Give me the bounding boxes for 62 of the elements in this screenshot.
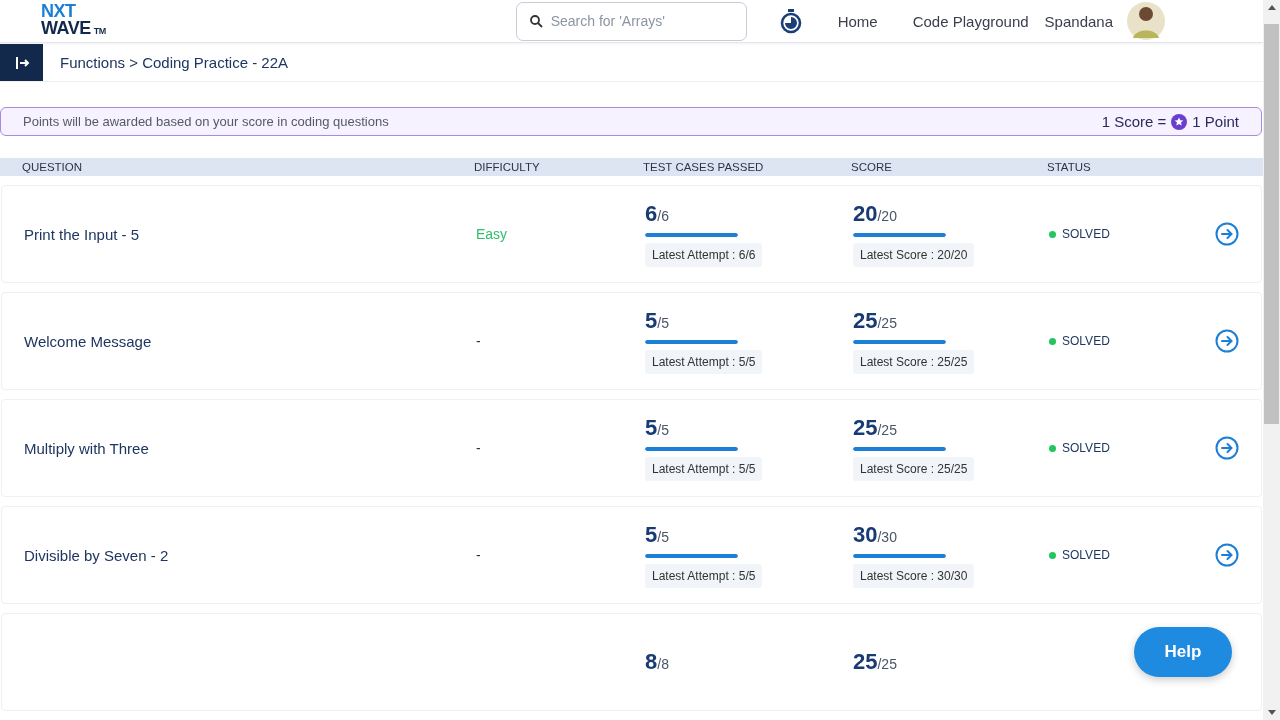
count-value: 25/25: [853, 649, 897, 675]
count-value: 5/5: [645, 415, 669, 441]
column-header: QUESTION: [22, 161, 84, 174]
column-header: DIFFICULTY: [474, 161, 541, 174]
count-value: 25/25: [853, 415, 897, 441]
count-value: 6/6: [645, 201, 669, 227]
code-playground-link[interactable]: Code Playground: [912, 12, 1029, 30]
attempt-tag: Latest Attempt : 5/5: [645, 350, 763, 374]
count-value: 5/5: [645, 308, 669, 334]
column-header: STATUS: [1047, 161, 1092, 174]
banner-text: Points will be awarded based on your score in coding questions: [23, 114, 389, 130]
score-tag: Latest Score : 30/30: [853, 564, 975, 588]
star-coin-icon: [1171, 113, 1188, 130]
expand-icon: [13, 54, 30, 71]
attempt-tag: Latest Attempt : 5/5: [645, 564, 763, 588]
status-dot: [1049, 230, 1056, 238]
search-field[interactable]: Search for 'Arrays': [515, 1, 747, 41]
difficulty-label: -: [476, 333, 482, 349]
count-value: 8/8: [645, 649, 669, 675]
score-tag: Latest Score : 25/25: [853, 457, 975, 481]
point-label: 1 Point: [1192, 113, 1239, 131]
count-value: 30/30: [853, 522, 897, 548]
column-header: TEST CASES PASSED: [643, 161, 765, 174]
avatar-icon[interactable]: [1127, 0, 1165, 42]
arrow-right-icon[interactable]: [1215, 436, 1239, 460]
logo[interactable]: NXT WAVE TM: [41, 2, 106, 40]
arrow-right-icon[interactable]: [1215, 329, 1239, 353]
question-title[interactable]: Welcome Message: [24, 332, 476, 350]
status-dot: [1049, 444, 1056, 452]
scroll-down-icon[interactable]: [1267, 710, 1276, 715]
status-label: SOLVED: [1062, 441, 1110, 455]
score-tag: Latest Score : 25/25: [853, 350, 975, 374]
question-title[interactable]: Divisible by Seven - 2: [24, 546, 476, 564]
arrow-right-icon[interactable]: [1215, 222, 1239, 246]
attempt-tag: Latest Attempt : 6/6: [645, 243, 763, 267]
status-label: SOLVED: [1062, 334, 1110, 348]
scrollbar-thumb[interactable]: [1264, 24, 1279, 424]
help-button[interactable]: Help: [1134, 627, 1232, 677]
status-label: SOLVED: [1062, 548, 1110, 562]
column-header: SCORE: [851, 161, 893, 174]
count-value: 25/25: [853, 308, 897, 334]
count-value: 20/20: [853, 201, 897, 227]
difficulty-label: Easy: [476, 226, 509, 242]
attempt-tag: Latest Attempt : 5/5: [645, 457, 763, 481]
status-dot: [1049, 337, 1056, 345]
status-dot: [1049, 551, 1056, 559]
scrollbar[interactable]: [1263, 0, 1280, 720]
question-title[interactable]: Multiply with Three: [24, 439, 476, 457]
difficulty-label: -: [476, 440, 482, 456]
score-label: 1 Score =: [1101, 113, 1167, 131]
score-tag: Latest Score : 20/20: [853, 243, 975, 267]
scroll-up-icon[interactable]: [1267, 5, 1276, 10]
difficulty-label: -: [476, 547, 482, 563]
question-title[interactable]: Print the Input - 5: [24, 225, 476, 243]
stopwatch-icon[interactable]: [779, 8, 802, 34]
count-value: 5/5: [645, 522, 669, 548]
status-label: SOLVED: [1062, 227, 1110, 241]
home-link[interactable]: Home: [837, 12, 878, 30]
arrow-right-icon[interactable]: [1215, 543, 1239, 567]
breadcrumb: Functions > Coding Practice - 22A: [60, 54, 289, 71]
sidebar-toggle-button[interactable]: [0, 44, 43, 81]
user-name[interactable]: Spandana: [1044, 12, 1113, 30]
